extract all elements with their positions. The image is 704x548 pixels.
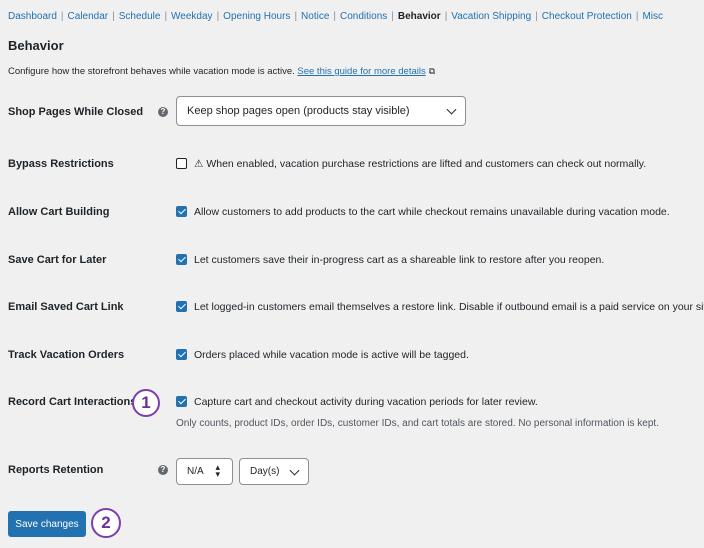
help-icon[interactable]: ? (158, 465, 168, 475)
settings-tab-nav: Dashboard | Calendar | Schedule | Weekday | Open… (8, 11, 663, 22)
nav-separator: | (635, 11, 639, 22)
nav-separator: | (294, 11, 298, 22)
page-description: Configure how the storefront behaves whi… (8, 66, 435, 77)
track-vacation-orders-text: Orders placed while vacation mode is act… (194, 349, 469, 361)
save-cart-checkbox[interactable] (176, 254, 187, 265)
bypass-restrictions-text: ⚠ When enabled, vacation purchase restri… (194, 158, 647, 170)
email-saved-cart-label: Email Saved Cart Link (8, 301, 124, 313)
tab-weekday[interactable]: Weekday (171, 11, 213, 22)
external-link-icon: ⧉ (428, 66, 436, 76)
retention-number-input[interactable]: N/A ▴ ▾ (176, 458, 233, 485)
email-saved-cart-checkbox[interactable] (176, 301, 187, 312)
step-marker-2: 2 (91, 508, 121, 538)
save-cart-label: Save Cart for Later (8, 254, 107, 266)
step-marker-1: 1 (132, 389, 160, 417)
shop-pages-select[interactable]: Keep shop pages open (products stay visi… (176, 96, 466, 126)
nav-separator: | (60, 11, 64, 22)
tab-dashboard[interactable]: Dashboard (8, 11, 57, 22)
allow-cart-building-text: Allow customers to add products to the c… (194, 206, 670, 218)
tab-notice[interactable]: Notice (301, 11, 329, 22)
tab-calendar[interactable]: Calendar (68, 11, 109, 22)
spinner-icon: ▴ ▾ (215, 462, 220, 479)
track-vacation-orders-label: Track Vacation Orders (8, 349, 125, 361)
save-changes-button[interactable]: Save changes (8, 511, 86, 537)
tab-misc[interactable]: Misc (642, 11, 663, 22)
page-title: Behavior (8, 38, 64, 53)
save-cart-text: Let customers save their in-progress car… (194, 254, 605, 266)
bypass-restrictions-label: Bypass Restrictions (8, 158, 114, 170)
chevron-down-icon (446, 104, 457, 115)
tab-vacation-shipping[interactable]: Vacation Shipping (451, 11, 531, 22)
nav-separator: | (444, 11, 448, 22)
chevron-down-icon (289, 465, 300, 476)
tab-schedule[interactable]: Schedule (119, 11, 161, 22)
nav-separator: | (216, 11, 220, 22)
nav-separator: | (391, 11, 394, 22)
bypass-restrictions-checkbox[interactable] (176, 158, 187, 169)
retention-unit-select[interactable]: Day(s) (239, 458, 309, 485)
tab-checkout-protection[interactable]: Checkout Protection (542, 11, 632, 22)
reports-retention-label: Reports Retention (8, 464, 104, 476)
email-saved-cart-text: Let logged-in customers email themselves… (194, 301, 704, 313)
tab-behavior[interactable]: Behavior (398, 11, 441, 22)
allow-cart-building-checkbox[interactable] (176, 206, 187, 217)
shop-pages-label: Shop Pages While Closed (8, 106, 144, 118)
track-vacation-orders-checkbox[interactable] (176, 349, 187, 360)
guide-link[interactable]: See this guide for more details (297, 66, 425, 77)
retention-unit-value: Day(s) (250, 466, 280, 477)
record-cart-interactions-label: Record Cart Interactions (8, 396, 137, 408)
nav-separator: | (164, 11, 168, 22)
record-cart-interactions-checkbox[interactable] (176, 396, 187, 407)
description-text: Configure how the storefront behaves whi… (8, 66, 295, 77)
nav-separator: | (112, 11, 115, 22)
shop-pages-selected-value: Keep shop pages open (products stay visi… (187, 105, 410, 117)
nav-separator: | (333, 11, 337, 22)
record-cart-interactions-note: Only counts, product IDs, order IDs, cus… (176, 418, 659, 429)
tab-opening-hours[interactable]: Opening Hours (223, 11, 290, 22)
retention-number-value: N/A (187, 466, 204, 477)
allow-cart-building-label: Allow Cart Building (8, 206, 110, 218)
record-cart-interactions-text: Capture cart and checkout activity durin… (194, 396, 538, 408)
tab-conditions[interactable]: Conditions (340, 11, 387, 22)
nav-separator: | (535, 11, 538, 22)
help-icon[interactable]: ? (158, 107, 168, 117)
